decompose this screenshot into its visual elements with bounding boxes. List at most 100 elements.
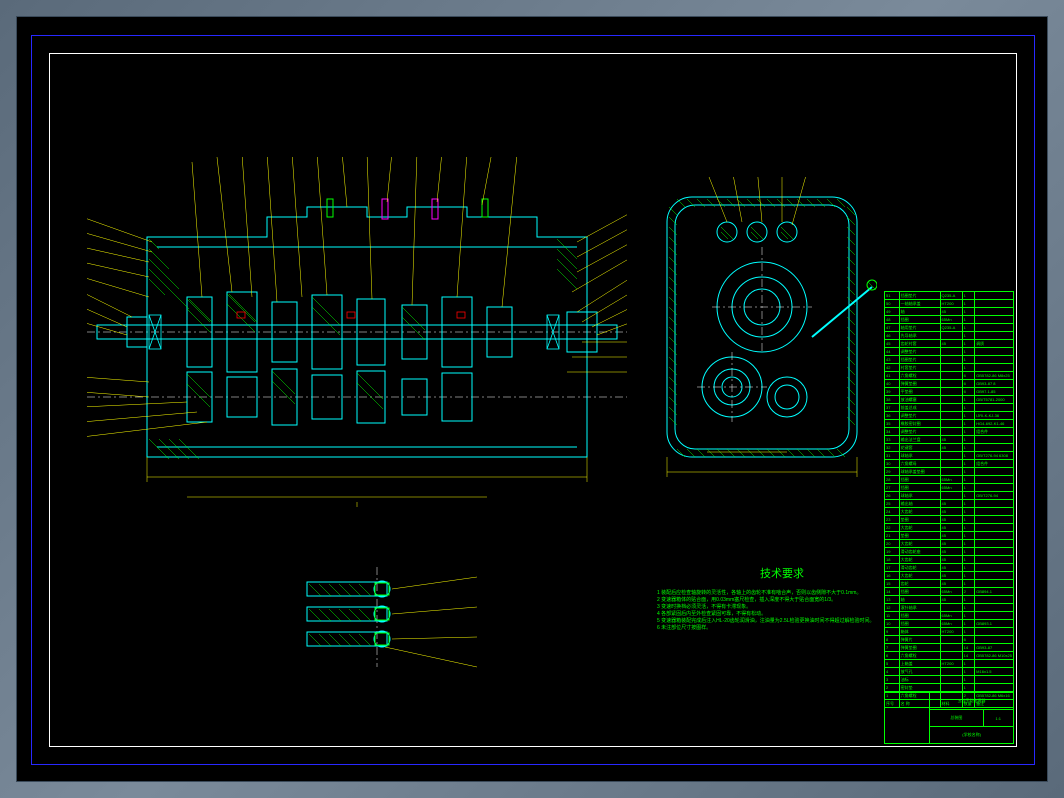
- table-row: 44调整垫片1: [885, 348, 1014, 356]
- table-cell: 11: [885, 612, 900, 620]
- table-cell: 45: [940, 564, 962, 572]
- table-cell: [940, 404, 962, 412]
- table-cell: [975, 308, 1014, 316]
- table-cell: 47: [885, 324, 900, 332]
- table-cell: GB97.1-85: [975, 388, 1014, 396]
- table-cell: [975, 556, 1014, 564]
- table-cell: 1: [962, 308, 975, 316]
- table-cell: 6: [962, 388, 975, 396]
- table-cell: 1: [962, 364, 975, 372]
- table-cell: 1: [962, 564, 975, 572]
- table-cell: HT200: [940, 300, 962, 308]
- table-cell: [975, 476, 1014, 484]
- table-row: 32花键套451: [885, 444, 1014, 452]
- table-cell: 6: [962, 636, 975, 644]
- table-cell: 球轴承盖垫圈: [899, 468, 940, 476]
- table-cell: 28: [885, 476, 900, 484]
- table-cell: 1: [962, 404, 975, 412]
- table-cell: 球轴承: [899, 492, 940, 500]
- table-cell: [975, 532, 1014, 540]
- table-cell: 1: [962, 532, 975, 540]
- table-cell: 大齿轮: [899, 508, 940, 516]
- table-cell: 1: [962, 428, 975, 436]
- table-cell: 1: [962, 676, 975, 684]
- table-cell: 挡圈: [899, 612, 940, 620]
- table-cell: 44: [885, 348, 900, 356]
- table-row: 19滑动齿轮座451: [885, 548, 1014, 556]
- table-cell: [940, 452, 962, 460]
- table-cell: 45: [940, 500, 962, 508]
- table-row: 51挡圈垫片Q235-A1: [885, 292, 1014, 300]
- table-cell: 48: [885, 316, 900, 324]
- table-cell: 1: [962, 556, 975, 564]
- table-cell: [940, 684, 962, 692]
- table-cell: 1: [962, 300, 975, 308]
- table-cell: 26: [885, 492, 900, 500]
- table-cell: [975, 500, 1014, 508]
- table-cell: 45: [940, 532, 962, 540]
- table-row: 31球轴承1GB/T276-94 6308: [885, 452, 1014, 460]
- table-row: 27挡圈65Mn1: [885, 484, 1014, 492]
- table-row: 49轴451: [885, 308, 1014, 316]
- table-cell: 1: [962, 540, 975, 548]
- side-view: [647, 177, 877, 477]
- table-cell: 组合件: [975, 428, 1014, 436]
- table-cell: [975, 484, 1014, 492]
- table-cell: 1: [962, 420, 975, 428]
- table-cell: 45: [940, 548, 962, 556]
- table-cell: 衬套垫片: [899, 364, 940, 372]
- table-cell: 1: [962, 548, 975, 556]
- table-row: 39平垫圈6GB97.1-85: [885, 388, 1014, 396]
- table-cell: 45: [940, 516, 962, 524]
- table-row: 12滚针轴承1: [885, 604, 1014, 612]
- table-cell: [975, 604, 1014, 612]
- table-cell: 调整垫片: [899, 412, 940, 420]
- table-cell: 油标: [899, 676, 940, 684]
- table-cell: 挡圈: [899, 484, 940, 492]
- table-cell: [940, 348, 962, 356]
- cad-viewport: 技术要求 1 装配后应检查轴旋转的灵活性，各轴上的齿轮不准有啮合声，否则以齿侧隙…: [16, 16, 1048, 782]
- table-row: 21垫圈451: [885, 532, 1014, 540]
- table-cell: 22: [885, 524, 900, 532]
- table-cell: [940, 652, 962, 660]
- table-cell: [975, 468, 1014, 476]
- table-cell: [940, 380, 962, 388]
- table-cell: 45: [940, 556, 962, 564]
- table-cell: [940, 492, 962, 500]
- table-cell: 弹簧垫圈: [899, 380, 940, 388]
- table-cell: 1: [962, 596, 975, 604]
- table-cell: 平垫圈: [899, 388, 940, 396]
- table-cell: 6: [885, 652, 900, 660]
- table-cell: 9: [885, 628, 900, 636]
- table-cell: 6: [962, 380, 975, 388]
- table-cell: [940, 604, 962, 612]
- table-cell: 放油螺塞: [899, 396, 940, 404]
- college: (学校名称): [930, 727, 1014, 744]
- table-row: 43挡圈垫片1: [885, 356, 1014, 364]
- table-row: 38放油螺塞1GB/T5781-2000: [885, 396, 1014, 404]
- table-cell: GB894.1: [975, 588, 1014, 596]
- table-cell: [940, 676, 962, 684]
- table-cell: 垫圈: [899, 532, 940, 540]
- table-cell: 49: [885, 308, 900, 316]
- table-cell: 弹簧片: [899, 636, 940, 644]
- table-cell: [940, 372, 962, 380]
- table-row: 10挡圈65Mn1GB893.1: [885, 620, 1014, 628]
- table-cell: 花键套: [899, 444, 940, 452]
- table-row: 8弹簧片6: [885, 636, 1014, 644]
- table-cell: IJRI-K-KJ-36: [975, 412, 1014, 420]
- table-row: 7弹簧垫圈14GB93-87: [885, 644, 1014, 652]
- table-row: 40弹簧垫圈6GB93-87 8: [885, 380, 1014, 388]
- table-row: 35橡胶密封圈1HG4-692-K1-46: [885, 420, 1014, 428]
- table-cell: 1: [962, 508, 975, 516]
- table-cell: 组合件: [975, 460, 1014, 468]
- table-cell: 16: [885, 572, 900, 580]
- scale: 1:1: [983, 710, 1013, 727]
- table-cell: [940, 468, 962, 476]
- table-row: 6六角螺栓14GB5782-86 M10x25: [885, 652, 1014, 660]
- table-cell: 17: [885, 564, 900, 572]
- table-row: 5上箱盖HT2001: [885, 660, 1014, 668]
- table-cell: [940, 460, 962, 468]
- table-row: 3油标1: [885, 676, 1014, 684]
- table-cell: [975, 548, 1014, 556]
